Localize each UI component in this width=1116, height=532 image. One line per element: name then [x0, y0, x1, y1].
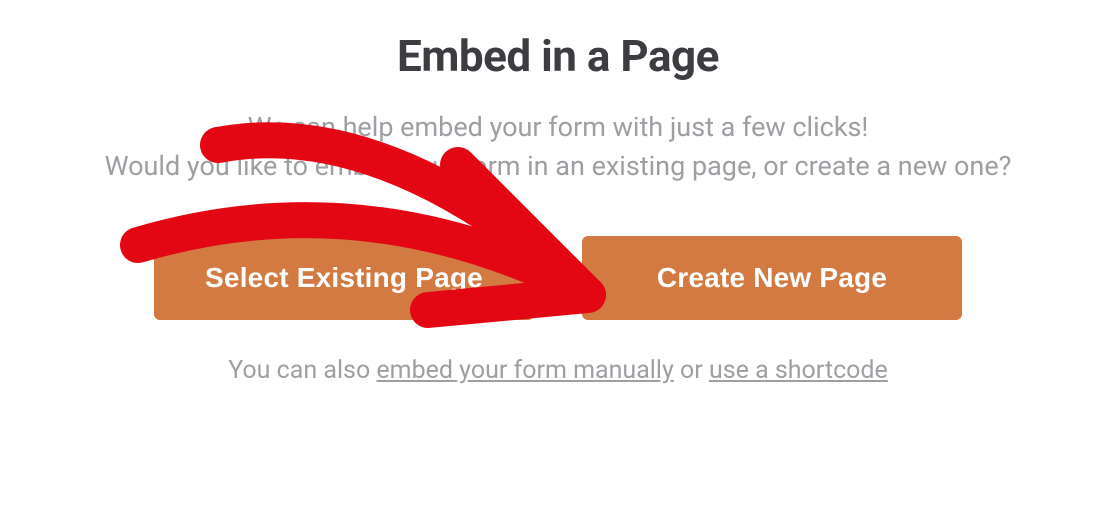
button-row: Select Existing Page Create New Page [40, 236, 1076, 320]
description-line-2: Would you like to embed your form in an … [105, 150, 1012, 182]
modal-title: Embed in a Page [40, 30, 1076, 82]
select-existing-page-button[interactable]: Select Existing Page [154, 236, 534, 320]
embed-manually-link[interactable]: embed your form manually [376, 356, 673, 385]
footer-or: or [674, 356, 709, 385]
description-line-1: We can help embed your form with just a … [248, 111, 869, 143]
modal-description: We can help embed your form with just a … [40, 108, 1076, 186]
use-shortcode-link[interactable]: use a shortcode [709, 356, 888, 385]
footer-prefix: You can also [228, 356, 376, 385]
create-new-page-button[interactable]: Create New Page [582, 236, 962, 320]
embed-modal: Embed in a Page We can help embed your f… [0, 0, 1116, 415]
footer-text: You can also embed your form manually or… [40, 356, 1076, 385]
